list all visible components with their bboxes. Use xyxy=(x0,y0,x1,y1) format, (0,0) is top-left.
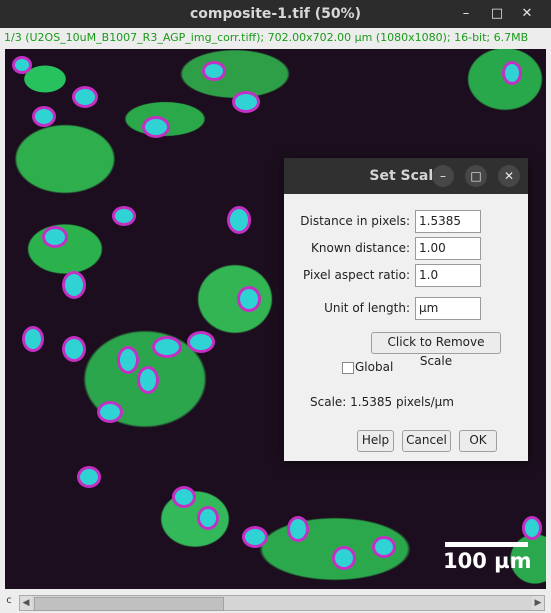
cell-nucleus xyxy=(525,519,539,537)
minimize-icon[interactable]: – xyxy=(457,5,475,23)
aspect-ratio-field[interactable]: 1.0 xyxy=(415,264,481,287)
global-label: Global xyxy=(355,360,394,374)
cell-nucleus xyxy=(235,94,257,110)
cell-nucleus xyxy=(100,404,120,420)
cell-nucleus xyxy=(65,274,83,296)
cell-nucleus xyxy=(290,519,306,539)
image-window-titlebar[interactable]: composite-1.tif (50%) – □ ✕ xyxy=(0,0,551,28)
remove-scale-button[interactable]: Click to Remove Scale xyxy=(371,332,501,368)
distance-label: Distance in pixels: xyxy=(300,214,410,228)
ok-button[interactable]: OK xyxy=(459,430,497,452)
scroll-left-icon[interactable]: ◀ xyxy=(20,596,32,610)
cell-nucleus xyxy=(155,339,179,355)
cell-nucleus xyxy=(230,209,248,231)
cell-nucleus xyxy=(505,64,519,82)
channel-scrollbar-bar: c ◀ ▶ xyxy=(0,589,551,613)
cancel-button[interactable]: Cancel xyxy=(402,430,451,452)
cell-nucleus xyxy=(115,209,133,223)
cell-nucleus xyxy=(25,329,41,349)
dialog-close-icon[interactable]: ✕ xyxy=(498,165,520,187)
scroll-right-icon[interactable]: ▶ xyxy=(532,596,544,610)
aspect-ratio-label: Pixel aspect ratio: xyxy=(302,268,410,282)
cell-nucleus xyxy=(335,549,353,567)
cell-nucleus xyxy=(200,509,216,527)
known-distance-field[interactable]: 1.00 xyxy=(415,237,481,260)
cell-nucleus xyxy=(140,369,156,391)
cell-nucleus xyxy=(190,334,212,350)
cell-nucleus xyxy=(45,229,65,245)
set-scale-dialog: Set Scale – □ ✕ Distance in pixels: 1.53… xyxy=(284,158,528,461)
scrollbar-thumb[interactable] xyxy=(34,597,224,611)
cell-nucleus xyxy=(240,289,258,309)
image-info-text: 1/3 (U2OS_10uM_B1007_R3_AGP_img_corr.tif… xyxy=(4,31,529,44)
dialog-titlebar[interactable]: Set Scale – □ ✕ xyxy=(284,158,528,194)
cell-nucleus xyxy=(120,349,136,371)
distance-field[interactable]: 1.5385 xyxy=(415,210,481,233)
global-checkbox[interactable] xyxy=(342,362,354,374)
cell-nucleus xyxy=(80,469,98,485)
cell-nucleus xyxy=(205,64,223,78)
cell-nucleus xyxy=(15,59,29,71)
image-info-bar: 1/3 (U2OS_10uM_B1007_R3_AGP_img_corr.tif… xyxy=(0,28,551,49)
cell-nucleus xyxy=(65,339,83,359)
cell-nucleus xyxy=(175,489,193,505)
cell-nucleus xyxy=(245,529,265,545)
dialog-minimize-icon[interactable]: – xyxy=(432,165,454,187)
cell-nucleus xyxy=(75,89,95,105)
dialog-title: Set Scale xyxy=(369,168,443,184)
known-distance-label: Known distance: xyxy=(311,241,410,255)
unit-label: Unit of length: xyxy=(324,301,410,315)
cell-nucleus xyxy=(35,109,53,124)
dialog-maximize-icon[interactable]: □ xyxy=(465,165,487,187)
unit-field[interactable]: µm xyxy=(415,297,481,320)
scale-bar xyxy=(445,542,528,547)
cell-nucleus xyxy=(145,119,167,135)
maximize-icon[interactable]: □ xyxy=(488,5,506,23)
scale-info-text: Scale: 1.5385 pixels/µm xyxy=(310,395,454,409)
channel-label: c xyxy=(6,595,12,606)
help-button[interactable]: Help xyxy=(357,430,394,452)
scale-bar-label: 100 µm xyxy=(443,549,532,573)
close-icon[interactable]: ✕ xyxy=(518,5,536,23)
cell-nucleus xyxy=(375,539,393,555)
channel-scrollbar[interactable]: ◀ ▶ xyxy=(19,595,545,611)
